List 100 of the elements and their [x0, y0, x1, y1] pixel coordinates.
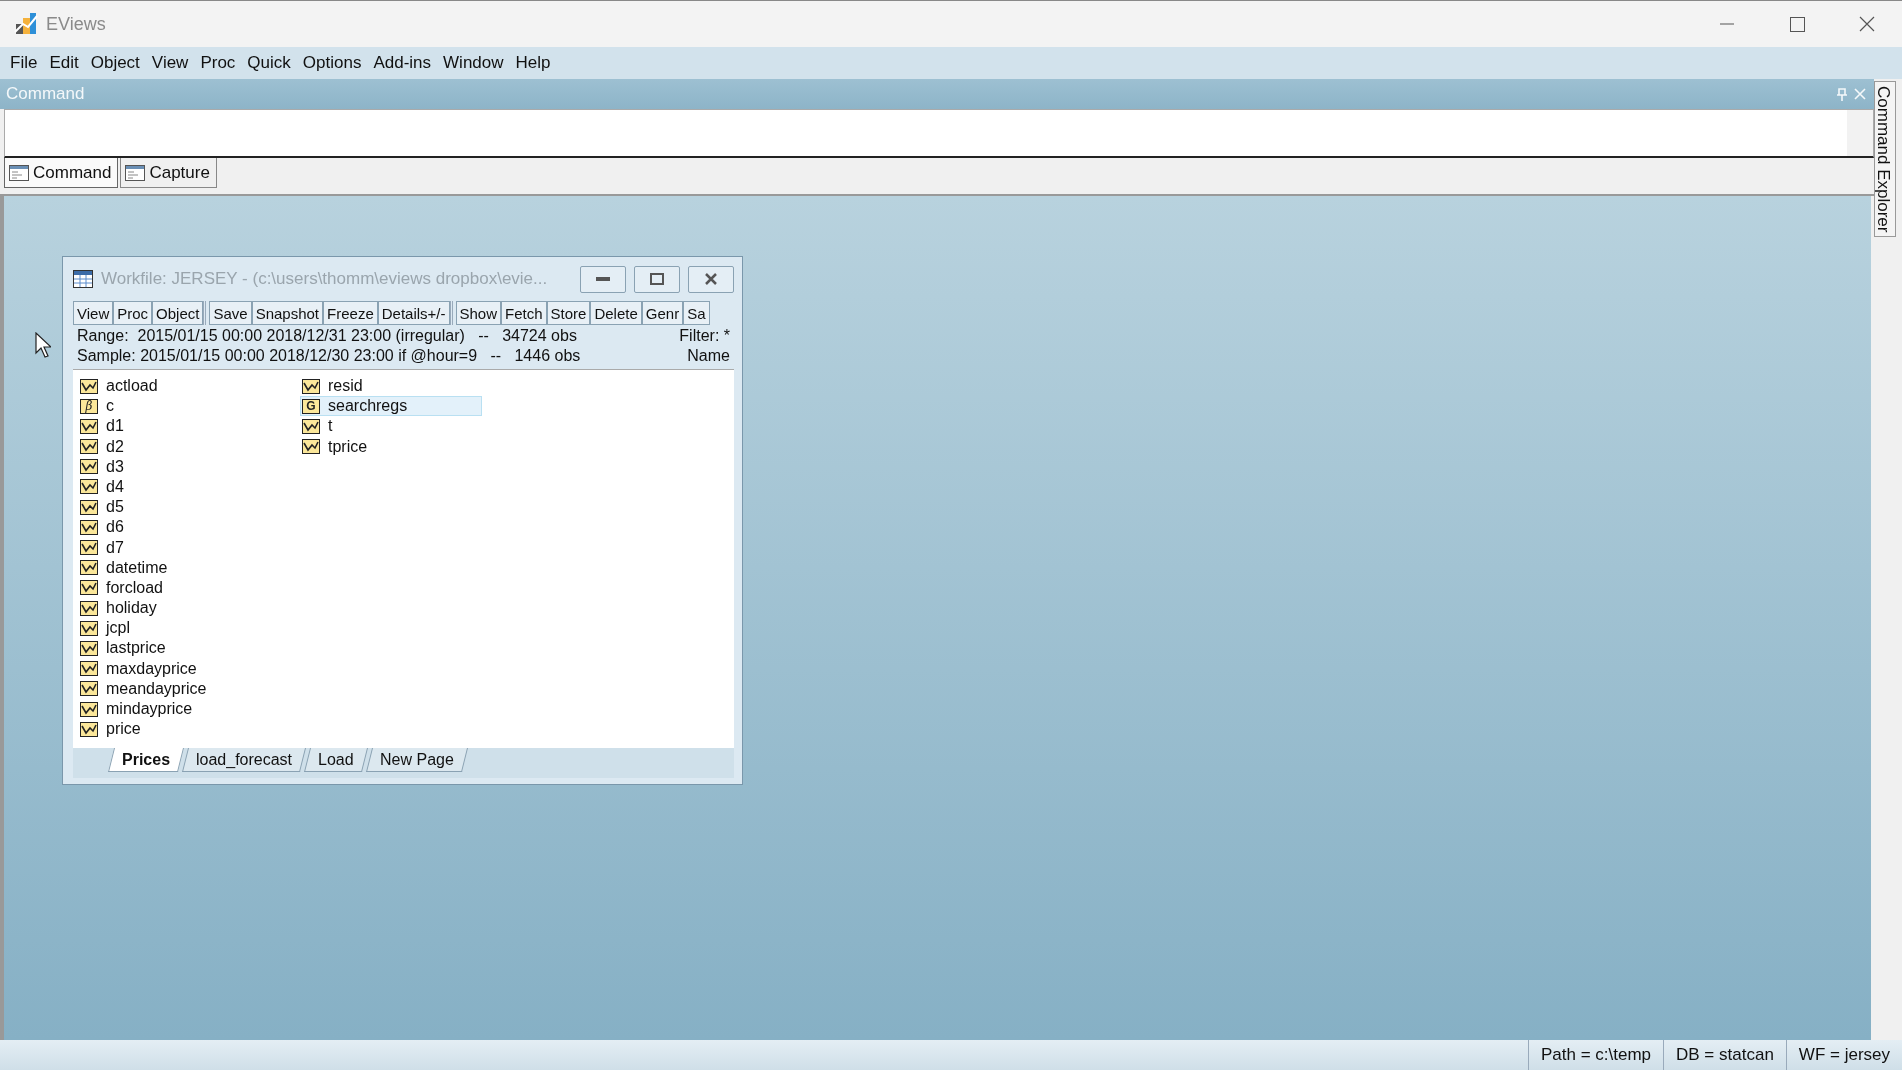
status-field: WF = jersey	[1785, 1040, 1902, 1070]
mouse-cursor-icon	[35, 332, 51, 358]
list-entry[interactable]: d4	[78, 476, 300, 497]
pane-title: Command	[6, 84, 86, 104]
window-icon	[9, 164, 29, 181]
minimize-button[interactable]	[580, 265, 626, 293]
restore-button[interactable]	[634, 265, 680, 293]
minimize-icon	[1720, 23, 1734, 25]
toolbar-button[interactable]: Save	[209, 301, 252, 325]
series-icon	[80, 620, 98, 636]
maximize-icon	[1789, 16, 1805, 32]
table-icon	[73, 270, 93, 288]
list-entry[interactable]: tprice	[300, 436, 482, 457]
status-field: DB = statcan	[1663, 1040, 1786, 1070]
series-icon	[80, 701, 98, 717]
list-entry[interactable]: G searchregs	[300, 396, 482, 417]
series-icon	[80, 540, 98, 555]
list-entry[interactable]: d6	[78, 517, 300, 538]
toolbar-button[interactable]: Freeze	[323, 301, 378, 325]
series-icon	[80, 560, 98, 576]
toolbar-button[interactable]: Snapshot	[251, 301, 324, 325]
minimize-icon	[596, 277, 610, 281]
group-icon: G	[302, 398, 320, 414]
series-icon	[302, 439, 320, 455]
close-icon	[1859, 16, 1875, 32]
menu-item[interactable]: Proc	[194, 53, 242, 73]
toolbar-button[interactable]: View	[73, 301, 114, 325]
series-icon	[302, 418, 320, 434]
filter-text: Filter: *	[679, 327, 730, 345]
toolbar-button[interactable]: Show	[455, 301, 502, 325]
toolbar-button[interactable]: Object	[152, 301, 204, 325]
pin-icon[interactable]	[1836, 87, 1848, 101]
series-icon	[80, 640, 98, 656]
list-entry[interactable]: lastprice	[78, 638, 300, 659]
pane-tab[interactable]: Capture	[120, 158, 217, 188]
toolbar-button[interactable]: Delete	[590, 301, 642, 325]
toolbar-button[interactable]: Sa	[683, 301, 710, 325]
list-entry[interactable]: forcload	[78, 577, 300, 598]
series-icon	[80, 459, 98, 475]
coefficient-icon: β	[80, 398, 98, 414]
toolbar-button[interactable]: Details+/-	[377, 301, 450, 325]
app-logo-icon	[14, 12, 38, 36]
menu-item[interactable]: Quick	[241, 53, 297, 73]
list-entry[interactable]: holiday	[78, 598, 300, 619]
list-entry[interactable]: maxdayprice	[78, 658, 300, 679]
list-entry[interactable]: jcpl	[78, 618, 300, 639]
series-icon	[80, 600, 98, 616]
restore-icon	[650, 273, 664, 285]
close-icon[interactable]	[1854, 87, 1866, 100]
list-entry[interactable]: β c	[78, 396, 300, 417]
menu-item[interactable]: View	[145, 53, 195, 73]
series-icon	[80, 661, 98, 677]
toolbar-button[interactable]: Fetch	[501, 301, 547, 325]
list-entry[interactable]: t	[300, 416, 482, 437]
toolbar-button[interactable]: Genr	[641, 301, 684, 325]
list-entry[interactable]: actload	[78, 376, 300, 396]
series-icon	[80, 681, 98, 697]
workfile-title: Workfile: JERSEY - (c:\users\thomm\eviews dropbox\evie...	[101, 269, 549, 289]
series-icon	[80, 721, 98, 737]
list-entry[interactable]: d1	[78, 416, 300, 437]
series-icon	[80, 580, 98, 596]
list-entry[interactable]: d7	[78, 537, 300, 558]
list-entry[interactable]: datetime	[78, 557, 300, 578]
series-icon	[80, 418, 98, 434]
menu-item[interactable]: Options	[296, 53, 368, 73]
side-panel-tab[interactable]: Command Explorer	[1874, 81, 1896, 238]
sort-label: Name	[686, 347, 730, 365]
list-entry[interactable]: d2	[78, 436, 300, 457]
menu-item[interactable]: Add-ins	[367, 53, 438, 73]
menu-item[interactable]: Help	[509, 53, 557, 73]
series-icon	[80, 439, 98, 455]
menu-item[interactable]: Edit	[43, 53, 85, 73]
series-icon	[80, 499, 98, 515]
list-entry[interactable]: price	[78, 719, 300, 740]
menu-item[interactable]: Object	[84, 53, 146, 73]
list-entry[interactable]: d3	[78, 456, 300, 477]
series-icon	[80, 378, 98, 394]
series-icon	[80, 519, 98, 535]
list-entry[interactable]: mindayprice	[78, 699, 300, 719]
menu-item[interactable]: File	[4, 53, 44, 73]
window-icon	[125, 164, 146, 181]
pane-tab[interactable]: Command	[4, 158, 119, 188]
close-button[interactable]	[688, 265, 734, 293]
page-tab[interactable]: New Page	[365, 748, 468, 772]
list-entry[interactable]: d5	[78, 497, 300, 518]
list-entry[interactable]: resid	[300, 376, 482, 396]
menu-item[interactable]: Window	[437, 53, 510, 73]
range-text: Range: 2015/01/15 00:00 2018/12/31 23:00 (irregular) -- 34724 obs	[77, 327, 578, 345]
status-field: Path = c:\temp	[1527, 1040, 1664, 1070]
page-tab[interactable]: load_forecast	[182, 748, 307, 772]
sample-text: Sample: 2015/01/15 00:00 2018/12/30 23:00 if @hour=9 -- 1446 obs	[77, 347, 582, 365]
close-icon	[704, 272, 718, 286]
toolbar-button[interactable]: Store	[546, 301, 591, 325]
series-icon	[80, 479, 98, 495]
series-icon	[302, 378, 320, 394]
toolbar-button[interactable]: Proc	[113, 301, 153, 325]
page-tab[interactable]: Prices	[108, 748, 185, 772]
window-title: EViews	[46, 13, 106, 35]
list-entry[interactable]: meandayprice	[78, 678, 300, 699]
page-tab[interactable]: Load	[304, 748, 368, 772]
